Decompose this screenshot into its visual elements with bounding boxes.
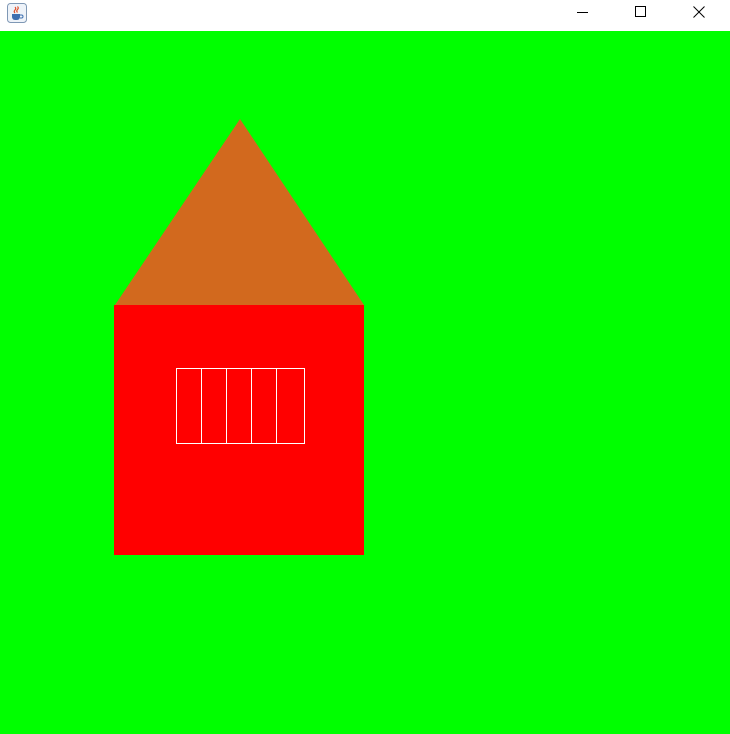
minimize-icon <box>577 3 589 22</box>
house-wall <box>114 305 364 555</box>
minimize-button[interactable] <box>554 0 612 25</box>
title-bar[interactable] <box>0 0 730 31</box>
app-window <box>0 0 730 734</box>
java-coffee-cup-icon[interactable] <box>7 3 27 23</box>
drawing-canvas[interactable] <box>0 31 730 734</box>
close-icon <box>693 3 705 22</box>
close-button[interactable] <box>670 0 728 25</box>
canvas-background <box>0 31 730 734</box>
maximize-button[interactable] <box>612 0 670 25</box>
maximize-icon <box>635 3 647 22</box>
